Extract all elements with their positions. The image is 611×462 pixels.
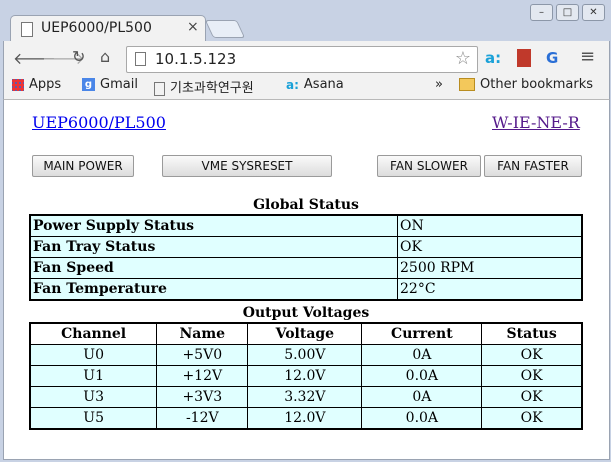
page-content: UEP6000/PL500 W-IE-NE-R MAIN POWER VME S… [3,100,610,460]
status-cell: OK [481,365,583,387]
uep-link[interactable]: UEP6000/PL500 [32,113,166,132]
voltage-cell: 3.32V [247,386,363,408]
tab-close-icon[interactable]: × [187,19,199,35]
output-voltages-title: Output Voltages [242,305,370,321]
other-bookmarks[interactable]: Other bookmarks [459,77,593,92]
channel-cell: U0 [29,344,158,366]
page-icon [135,52,146,66]
table-row: Fan Tray Status OK [29,236,583,258]
channel-cell: U5 [29,407,158,430]
fan-faster-button[interactable]: FAN FASTER [484,155,582,177]
channel-cell: U3 [29,386,158,408]
bookmarks-bar: Apps g Gmail 기초과학연구원 a: Asana » Other book… [3,75,610,100]
bookmark-ibs[interactable]: 기초과학연구원 [154,77,254,96]
voltage-cell: 12.0V [247,407,363,430]
table-row: Power Supply Status ON [29,214,583,237]
new-tab-button[interactable] [204,20,246,38]
current-cell: 0.0A [361,365,483,387]
menu-icon[interactable]: ≡ [580,46,595,67]
bookmark-asana[interactable]: a: Asana [286,77,344,92]
apps-grid-icon [12,78,24,91]
current-cell: 0A [361,386,483,408]
column-header: Current [361,322,483,345]
column-header: Status [481,322,583,345]
book-extension-icon[interactable] [517,49,531,67]
channel-cell: U1 [29,365,158,387]
table-header-row: Channel Name Voltage Current Status [29,322,583,345]
global-status-title: Global Status [253,197,359,213]
status-value: 22°C [397,278,583,301]
close-window-button[interactable]: ✕ [582,4,605,21]
google-g-icon: g [82,78,95,91]
output-voltages-table: Channel Name Voltage Current Status U0 +… [29,322,583,430]
reload-icon[interactable]: ↻ [72,47,85,66]
bookmark-label: Apps [29,77,62,92]
bookmark-label: 기초과학연구원 [170,81,254,96]
page-icon [154,81,165,96]
name-cell: +5V0 [156,344,249,366]
table-row: U5 -12V 12.0V 0.0A OK [29,407,583,430]
table-row: U3 +3V3 3.32V 0A OK [29,386,583,408]
bookmarks-overflow-button[interactable]: » [435,77,443,92]
table-row: Fan Temperature 22°C [29,278,583,301]
status-cell: OK [481,344,583,366]
status-label: Power Supply Status [29,214,398,237]
bookmark-star-icon[interactable]: ☆ [455,48,471,69]
voltage-cell: 5.00V [247,344,363,366]
column-header: Channel [29,322,158,345]
bookmark-label: Asana [303,77,344,92]
maximize-button[interactable]: □ [556,4,579,21]
name-cell: -12V [156,407,249,430]
status-label: Fan Temperature [29,278,398,301]
current-cell: 0A [361,344,483,366]
fan-slower-button[interactable]: FAN SLOWER [377,155,481,177]
page-icon [21,22,33,37]
tab-title: UEP6000/PL500 [41,20,152,36]
asana-extension-icon[interactable]: a: [485,49,501,67]
table-row: U0 +5V0 5.00V 0A OK [29,344,583,366]
translate-icon[interactable]: G [546,49,558,67]
bookmark-gmail[interactable]: g Gmail [82,77,138,92]
status-value: 2500 RPM [397,257,583,279]
status-cell: OK [481,386,583,408]
status-value: OK [397,236,583,258]
status-value: ON [397,214,583,237]
vme-sysreset-button[interactable]: VME SYSRESET [162,155,332,177]
current-cell: 0.0A [361,407,483,430]
bookmark-label: Gmail [100,77,138,92]
column-header: Name [156,322,249,345]
status-cell: OK [481,407,583,430]
browser-window: UEP6000/PL500 × – □ ✕ 🡐 🡒 ↻ ⌂ 10.1.5.123… [0,0,611,462]
status-label: Fan Speed [29,257,398,279]
wiener-link[interactable]: W-IE-NE-R [492,113,580,132]
name-cell: +3V3 [156,386,249,408]
global-status-table: Power Supply Status ON Fan Tray Status OK … [29,214,583,301]
voltage-cell: 12.0V [247,365,363,387]
address-bar[interactable]: 10.1.5.123 ☆ [126,46,478,73]
other-bookmarks-label: Other bookmarks [480,77,594,92]
name-cell: +12V [156,365,249,387]
status-label: Fan Tray Status [29,236,398,258]
asana-icon: a: [286,77,299,92]
main-power-button[interactable]: MAIN POWER [32,155,134,177]
table-row: U1 +12V 12.0V 0.0A OK [29,365,583,387]
bookmark-apps[interactable]: Apps [12,77,61,92]
browser-tab[interactable]: UEP6000/PL500 × [10,15,206,42]
table-row: Fan Speed 2500 RPM [29,257,583,279]
url-text[interactable]: 10.1.5.123 [155,50,236,68]
minimize-button[interactable]: – [530,4,553,21]
column-header: Voltage [247,322,363,345]
folder-icon [459,78,475,91]
home-icon[interactable]: ⌂ [100,47,110,66]
